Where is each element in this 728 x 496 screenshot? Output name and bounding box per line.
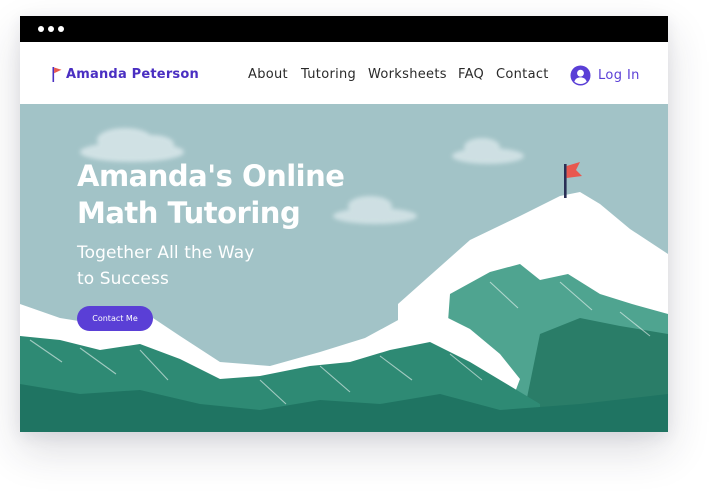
hero-title-line: Math Tutoring bbox=[77, 196, 301, 230]
hero-subtitle-line: Together All the Way bbox=[77, 243, 255, 263]
cloud-left bbox=[80, 128, 184, 162]
login-button[interactable]: Log In bbox=[570, 64, 640, 86]
site-header: Amanda Peterson About Tutoring Worksheet… bbox=[20, 42, 668, 104]
hero-subtitle: Together All the Way to Success bbox=[77, 240, 337, 292]
login-label: Log In bbox=[598, 67, 640, 83]
user-avatar-icon bbox=[570, 65, 591, 85]
hero-title: Amanda's Online Math Tutoring bbox=[77, 158, 407, 232]
hero-section: Amanda's Online Math Tutoring Together A… bbox=[20, 104, 668, 432]
nav-link-worksheets[interactable]: Worksheets bbox=[368, 67, 447, 82]
hero-subtitle-line: to Success bbox=[77, 269, 169, 289]
dot-icon[interactable] bbox=[58, 26, 64, 32]
nav-link-faq[interactable]: FAQ bbox=[458, 67, 484, 82]
nav-link-tutoring[interactable]: Tutoring bbox=[301, 67, 356, 82]
nav-link-contact[interactable]: Contact bbox=[496, 67, 549, 82]
cloud-right bbox=[452, 138, 524, 164]
hero-title-line: Amanda's Online bbox=[77, 159, 345, 193]
nav-link-about[interactable]: About bbox=[248, 67, 288, 82]
dot-icon[interactable] bbox=[48, 26, 54, 32]
dot-icon[interactable] bbox=[38, 26, 44, 32]
browser-window: Amanda Peterson About Tutoring Worksheet… bbox=[20, 16, 668, 432]
window-titlebar bbox=[20, 16, 668, 42]
contact-me-button[interactable]: Contact Me bbox=[77, 306, 153, 331]
